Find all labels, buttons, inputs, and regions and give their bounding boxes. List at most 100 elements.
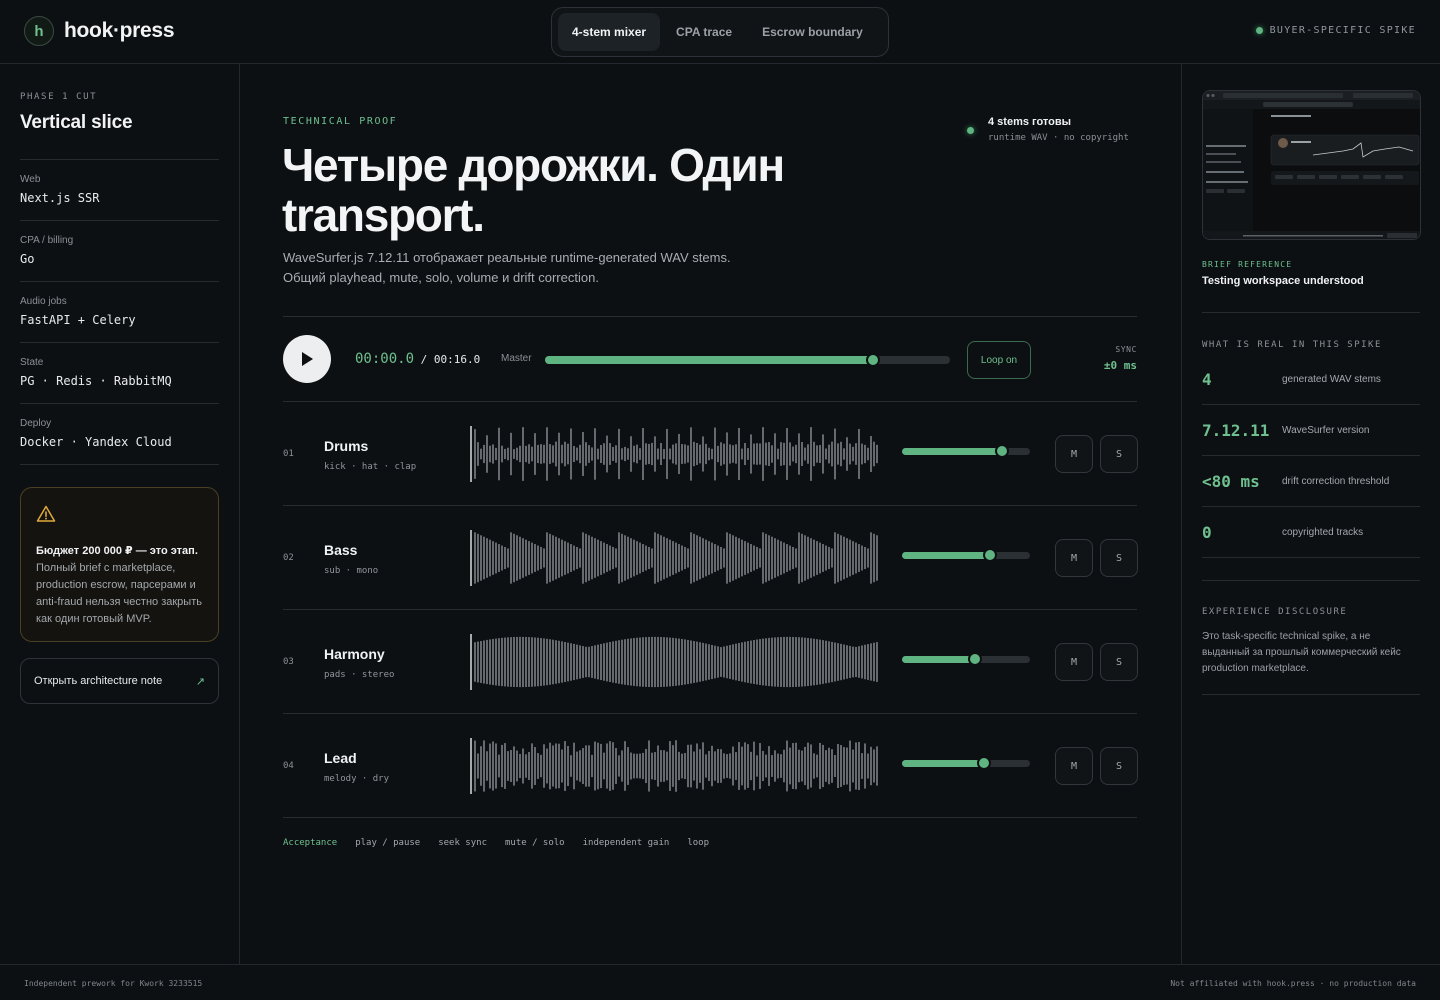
track-number: 01 — [283, 449, 294, 459]
track-name: Drums — [324, 438, 369, 454]
section-divider — [1202, 312, 1420, 313]
track-name: Harmony — [324, 646, 385, 662]
stack-item-audio-jobs: Audio jobs FastAPI + Celery — [20, 282, 219, 343]
time-display: 00:00.0 / 00:16.0 — [355, 351, 480, 367]
brief-reference-thumbnail[interactable] — [1202, 90, 1421, 240]
master-volume-slider[interactable] — [545, 353, 950, 367]
track-name: Bass — [324, 542, 358, 558]
solo-button[interactable]: S — [1100, 747, 1138, 785]
lead-line-2: Общий playhead, mute, solo, volume и dri… — [283, 270, 599, 285]
stack-item-state: State PG · Redis · RabbitMQ — [20, 343, 219, 404]
track-volume-handle[interactable] — [967, 652, 982, 666]
acceptance-item: independent gain — [582, 838, 670, 848]
warning-body: Полный brief с marketplace, production e… — [36, 562, 202, 625]
transport-bar: 00:00.0 / 00:16.0 Master Loop on SYNC ±0… — [283, 316, 1137, 402]
track-waveform[interactable] — [470, 530, 878, 586]
tab-cpa-trace[interactable]: CPA trace — [662, 13, 746, 51]
acceptance-item: mute / solo — [505, 838, 565, 848]
headline-line-2: transport. — [282, 189, 485, 241]
stack-value: Next.js SSR — [20, 191, 100, 205]
brief-reference-title: Testing workspace understood — [1202, 275, 1364, 287]
stack-key: State — [20, 357, 44, 368]
mute-button[interactable]: M — [1055, 539, 1093, 577]
real-spike-label: WHAT IS REAL IN THIS SPIKE — [1202, 340, 1382, 350]
metric-label: generated WAV stems — [1282, 373, 1381, 385]
solo-button[interactable]: S — [1100, 539, 1138, 577]
metric-value: 7.12.11 — [1202, 420, 1270, 440]
tab-escrow-boundary[interactable]: Escrow boundary — [748, 13, 877, 51]
stack-value: Go — [20, 252, 35, 266]
brief-screenshot-image — [1203, 91, 1420, 239]
view-tabs: 4-stem mixer CPA trace Escrow boundary — [551, 7, 889, 57]
track-volume-fill — [902, 656, 975, 663]
stack-item-web: Web Next.js SSR — [20, 160, 219, 221]
duration: 00:16.0 — [433, 353, 481, 366]
track-volume-handle[interactable] — [976, 756, 991, 770]
brief-reference-eyebrow: BRIEF REFERENCE — [1202, 260, 1293, 269]
section-divider — [1202, 580, 1420, 581]
time-separator: / — [414, 353, 434, 366]
track-row: 03 Harmony pads · stereo M S — [283, 610, 1138, 714]
track-waveform[interactable] — [470, 426, 878, 482]
loop-toggle[interactable]: Loop on — [967, 341, 1031, 379]
phase-label: PHASE 1 CUT — [20, 92, 98, 102]
footer-right-note: Not affiliated with hook.press · no prod… — [1170, 979, 1416, 988]
lead-text: WaveSurfer.js 7.12.11 отображает реальны… — [283, 248, 803, 288]
track-row: 02 Bass sub · mono M S — [283, 506, 1138, 610]
track-number: 04 — [283, 761, 294, 771]
disclosure-label: EXPERIENCE DISCLOSURE — [1202, 607, 1348, 617]
stack-item-cpa-billing: CPA / billing Go — [20, 221, 219, 282]
track-volume-slider[interactable] — [902, 444, 1030, 458]
metric-value: 0 — [1202, 522, 1212, 542]
metric-label: drift correction threshold — [1282, 475, 1390, 487]
master-label: Master — [501, 353, 532, 364]
track-volume-slider[interactable] — [902, 548, 1030, 562]
architecture-note-button[interactable]: Открыть architecture note ↗ — [20, 658, 219, 704]
track-number: 02 — [283, 553, 294, 563]
status-dot-icon — [967, 127, 974, 134]
acceptance-item: seek sync — [438, 838, 487, 848]
phase-title: Vertical slice — [20, 112, 133, 133]
stack-item-deploy: Deploy Docker · Yandex Cloud — [20, 404, 219, 465]
metric-row: 7.12.11 WaveSurfer version — [1202, 405, 1420, 456]
current-time: 00:00.0 — [355, 351, 415, 367]
external-link-icon: ↗ — [195, 675, 205, 688]
track-volume-handle[interactable] — [983, 548, 998, 562]
stack-value: Docker · Yandex Cloud — [20, 435, 172, 449]
track-row: 01 Drums kick · hat · clap M S — [283, 402, 1138, 506]
top-bar: h hook·press 4-stem mixer CPA trace Escr… — [0, 0, 1440, 64]
tab-4-stem-mixer[interactable]: 4-stem mixer — [558, 13, 661, 51]
status-dot-icon — [1255, 27, 1263, 34]
track-volume-slider[interactable] — [902, 756, 1030, 770]
metric-row: 4 generated WAV stems — [1202, 354, 1420, 405]
metrics-list: 4 generated WAV stems 7.12.11 WaveSurfer… — [1202, 354, 1420, 558]
architecture-note-label: Открыть architecture note — [34, 675, 163, 687]
track-volume-handle[interactable] — [994, 444, 1009, 458]
logo[interactable]: h hook·press — [24, 16, 175, 46]
track-waveform[interactable] — [470, 634, 878, 690]
track-waveform[interactable] — [470, 738, 878, 794]
metric-label: copyrighted tracks — [1282, 526, 1364, 538]
mute-button[interactable]: M — [1055, 747, 1093, 785]
track-subtitle: pads · stereo — [324, 670, 395, 680]
master-volume-handle[interactable] — [866, 353, 881, 367]
play-icon — [302, 352, 313, 366]
acceptance-item: loop — [687, 838, 709, 848]
track-volume-fill — [902, 448, 1002, 455]
metric-row: <80 ms drift correction threshold — [1202, 456, 1420, 507]
warning-text: Бюджет 200 000 ₽ — это этап. Полный brie… — [36, 543, 203, 628]
metric-row: 0 copyrighted tracks — [1202, 507, 1420, 558]
solo-button[interactable]: S — [1100, 435, 1138, 473]
disclosure-text: Это task-specific technical spike, а не … — [1202, 629, 1420, 695]
eyebrow: TECHNICAL PROOF — [283, 116, 398, 127]
page-title: Четыре дорожки. Один transport. — [282, 140, 842, 240]
budget-warning-card: Бюджет 200 000 ₽ — это этап. Полный brie… — [20, 487, 219, 642]
mute-button[interactable]: M — [1055, 435, 1093, 473]
play-button[interactable] — [283, 335, 331, 383]
stems-status-title: 4 stems готовы — [988, 116, 1072, 128]
headline-line-1: Четыре дорожки. Один — [282, 139, 785, 191]
logo-mark: h — [24, 16, 54, 46]
mute-button[interactable]: M — [1055, 643, 1093, 681]
track-volume-slider[interactable] — [902, 652, 1030, 666]
solo-button[interactable]: S — [1100, 643, 1138, 681]
